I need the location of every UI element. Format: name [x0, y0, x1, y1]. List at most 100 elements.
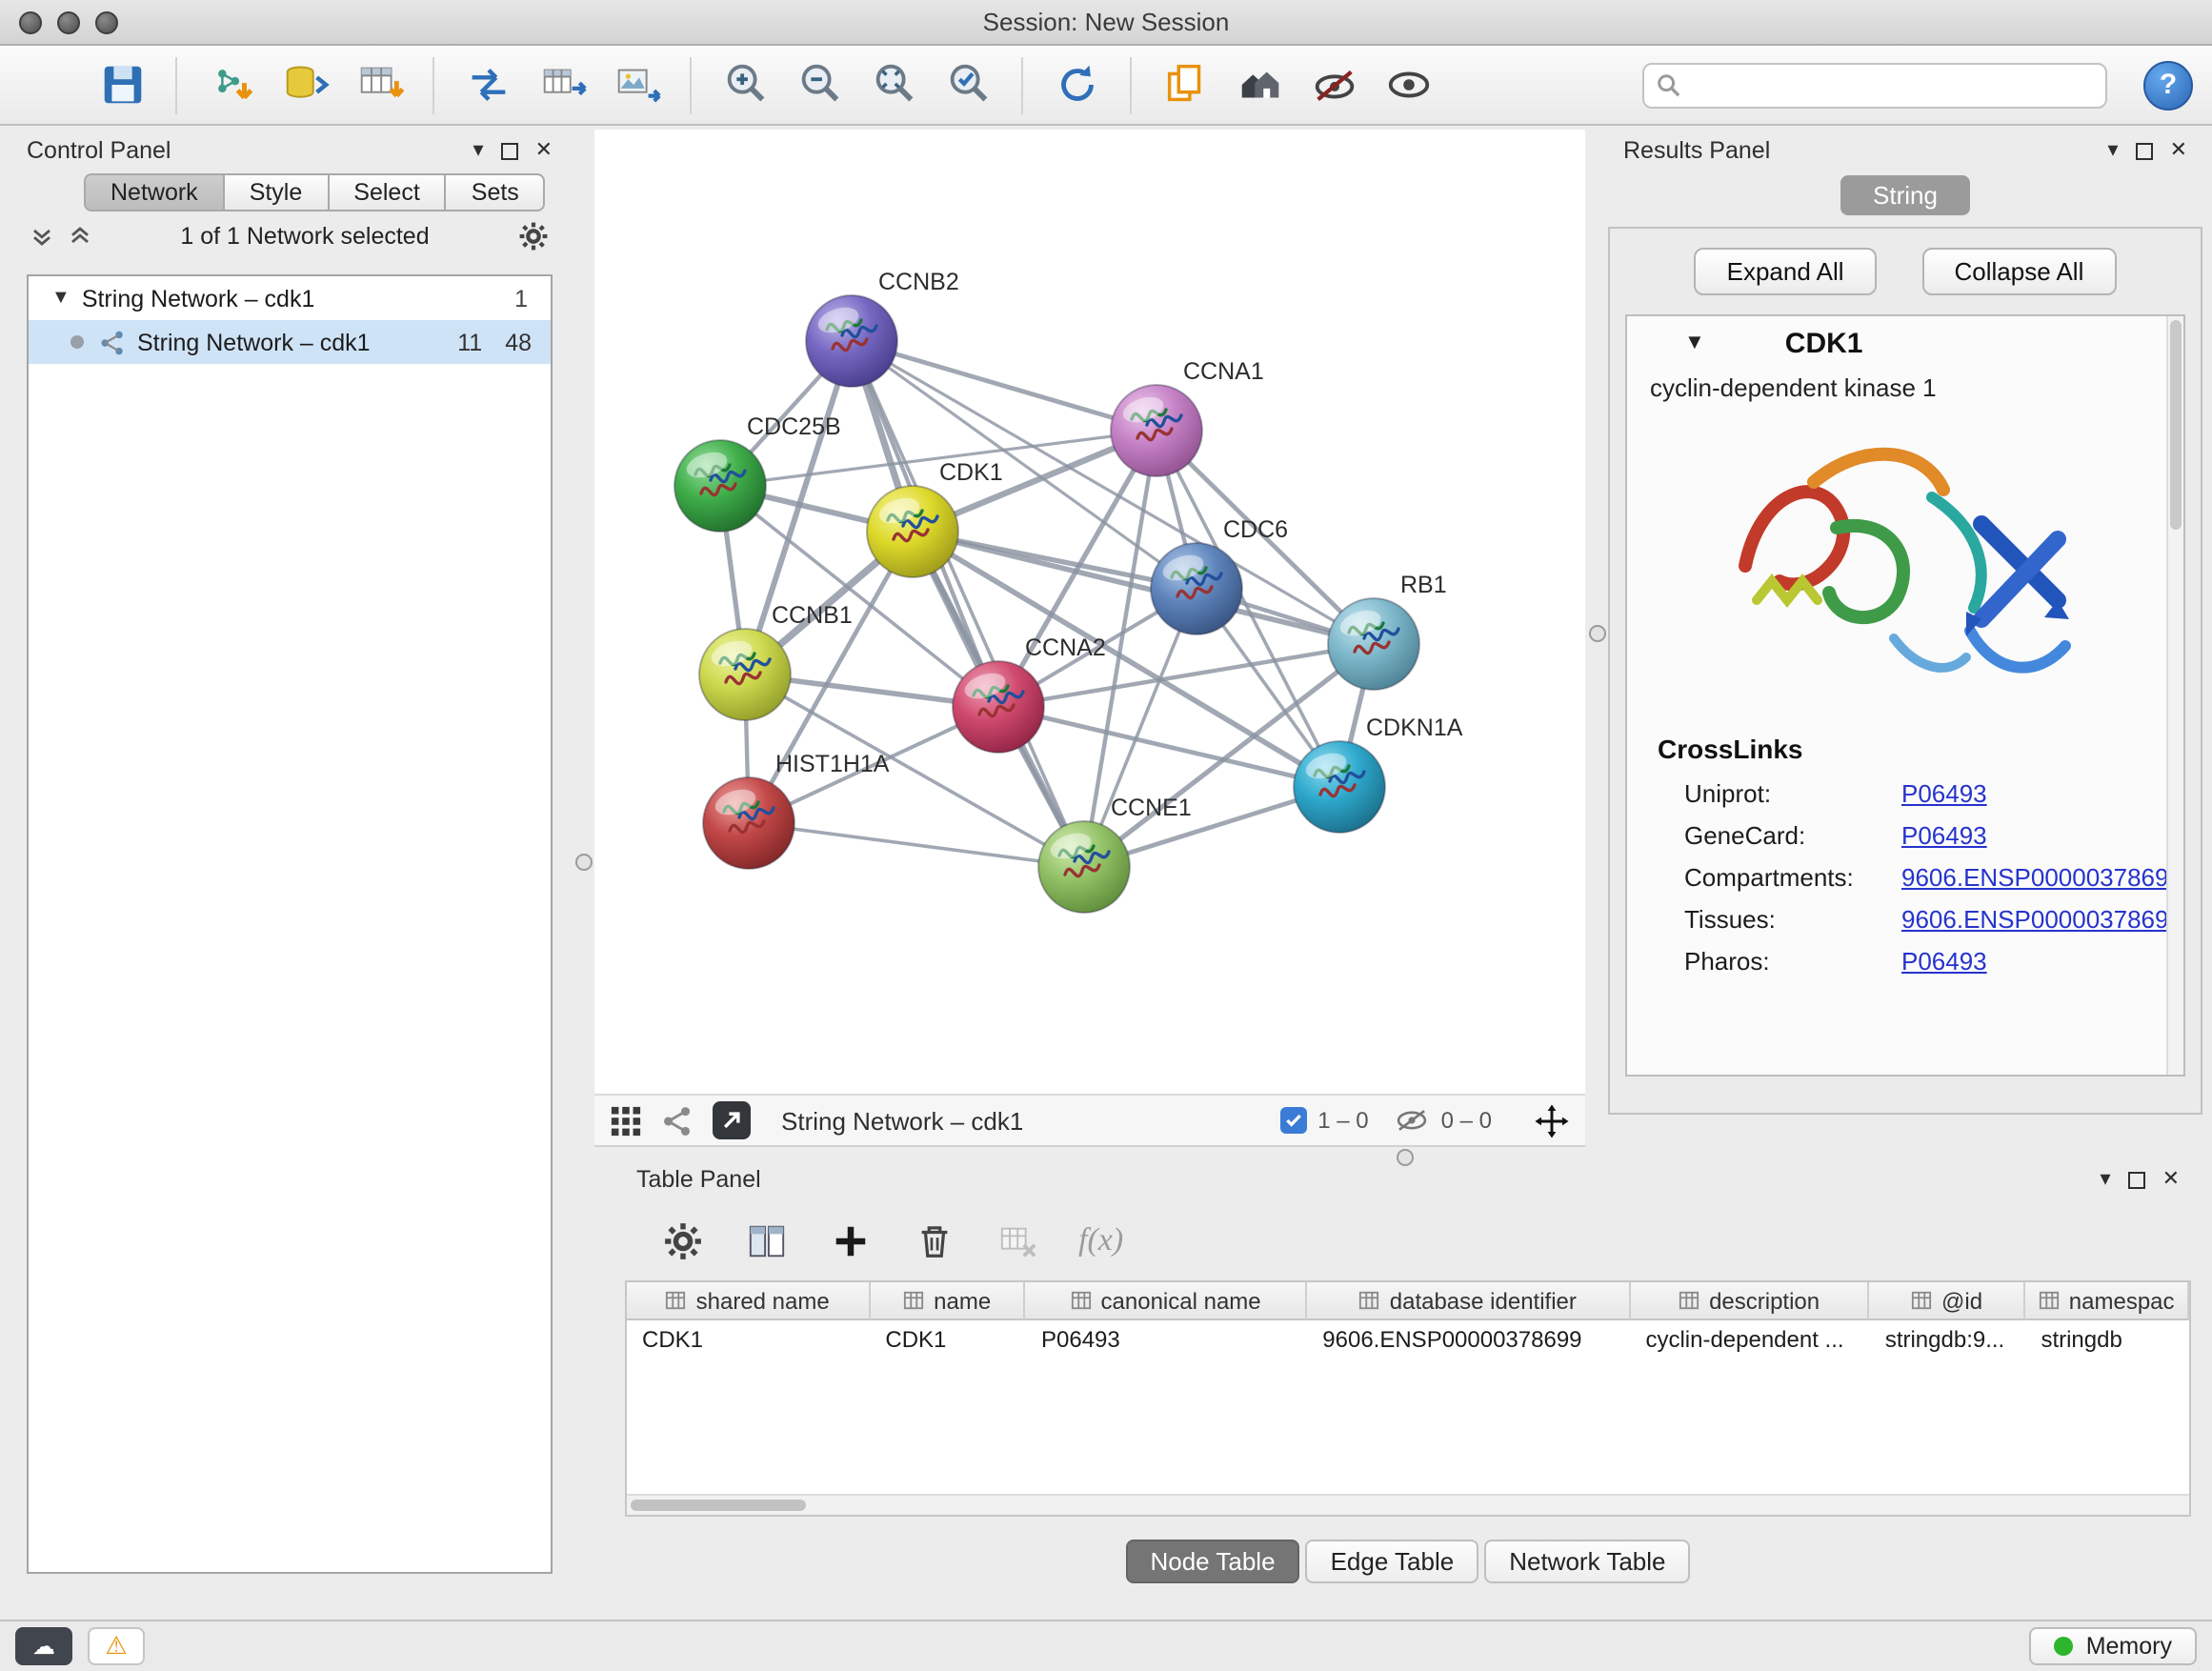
- tab-node-table[interactable]: Node Table: [1125, 1540, 1299, 1583]
- cloud-icon: ☁: [32, 1633, 55, 1660]
- collapse-all-button[interactable]: Collapse All: [1922, 248, 2117, 295]
- export-table-button[interactable]: [533, 56, 591, 113]
- network-node-hist1h1a[interactable]: HIST1H1A: [703, 751, 890, 869]
- crosslink-link[interactable]: P06493: [1901, 820, 1987, 849]
- tab-network-table[interactable]: Network Table: [1484, 1540, 1690, 1583]
- zoom-out-button[interactable]: [791, 56, 848, 113]
- table-row[interactable]: CDK1CDK1P064939606.ENSP00000378699cyclin…: [627, 1320, 2189, 1357]
- column-header-id[interactable]: @id: [1870, 1282, 2026, 1320]
- move-crosshair-icon[interactable]: [1534, 1102, 1570, 1138]
- table-delete-icon: [997, 1220, 1037, 1260]
- panel-close-icon[interactable]: ✕: [2162, 1169, 2180, 1190]
- crosslink-label: Compartments:: [1684, 862, 1901, 891]
- save-session-button[interactable]: [93, 56, 151, 113]
- warnings-button[interactable]: ⚠: [88, 1627, 145, 1665]
- network-node-ccnb1[interactable]: CCNB1: [699, 602, 853, 720]
- collapse-all-icon[interactable]: [30, 225, 53, 248]
- network-node-ccna1[interactable]: CCNA1: [1111, 358, 1264, 476]
- tab-style[interactable]: Style: [225, 173, 330, 211]
- create-column-button[interactable]: [827, 1218, 873, 1263]
- string-home-button[interactable]: [1231, 56, 1288, 113]
- export-network-button[interactable]: [459, 56, 516, 113]
- column-header-description[interactable]: description: [1630, 1282, 1869, 1320]
- splitter-handle[interactable]: [575, 854, 593, 871]
- hidden-eye-icon[interactable]: [1396, 1107, 1430, 1134]
- tab-string[interactable]: String: [1840, 175, 1970, 215]
- tab-select[interactable]: Select: [329, 173, 447, 211]
- panel-close-icon[interactable]: ✕: [2170, 140, 2187, 161]
- hide-selected-button[interactable]: [1305, 56, 1362, 113]
- panel-collapse-icon[interactable]: ▾: [2108, 140, 2119, 161]
- gear-icon[interactable]: [518, 221, 549, 252]
- results-scrollbar-thumb[interactable]: [2170, 320, 2182, 530]
- panel-collapse-icon[interactable]: ▾: [2101, 1169, 2111, 1190]
- duplicate-network-button[interactable]: [1156, 56, 1214, 113]
- table-header-row: shared namenamecanonical namedatabase id…: [627, 1282, 2189, 1320]
- function-builder-icon: f(x): [1078, 1221, 1123, 1259]
- crosslinks-title: CrossLinks: [1658, 734, 2183, 764]
- network-node-cdkn1a[interactable]: CDKN1A: [1294, 715, 1463, 833]
- network-node-cdk1[interactable]: CDK1: [867, 459, 1003, 577]
- network-canvas[interactable]: CCNB2CCNA1CDC25BCDK1CDC6RB1CCNB1CCNA2CDK…: [594, 130, 1585, 1094]
- network-row[interactable]: String Network – cdk1 11 48: [29, 320, 551, 364]
- expand-all-button[interactable]: Expand All: [1695, 248, 1877, 295]
- copy-icon: [1159, 59, 1211, 111]
- zoom-selected-button[interactable]: [939, 56, 996, 113]
- delete-column-button[interactable]: [911, 1218, 956, 1263]
- panel-float-icon[interactable]: [501, 142, 518, 159]
- open-in-window-button[interactable]: [713, 1101, 751, 1139]
- control-panel: Control Panel ▾ ✕ NetworkStyleSelectSets…: [11, 133, 568, 1581]
- refresh-view-button[interactable]: [1048, 56, 1105, 113]
- selected-nodes-icon[interactable]: [1279, 1107, 1306, 1134]
- panel-float-icon[interactable]: [2136, 142, 2153, 159]
- export-image-button[interactable]: [608, 56, 665, 113]
- splitter-handle[interactable]: [1589, 625, 1606, 642]
- zoom-in-button[interactable]: [716, 56, 774, 113]
- import-table-button[interactable]: [351, 56, 408, 113]
- open-session-button[interactable]: [19, 56, 76, 113]
- column-header-canonical-name[interactable]: canonical name: [1026, 1282, 1307, 1320]
- search-box[interactable]: [1642, 62, 2107, 108]
- network-node-rb1[interactable]: RB1: [1328, 572, 1447, 690]
- birdseye-icon[interactable]: [610, 1104, 642, 1137]
- table-scrollbar-thumb[interactable]: [631, 1500, 806, 1511]
- zoom-fit-button[interactable]: [865, 56, 922, 113]
- close-window-button[interactable]: [19, 11, 42, 34]
- column-header-namespac[interactable]: namespac: [2025, 1282, 2189, 1320]
- application-window: Session: New Session: [0, 0, 2212, 1671]
- network-node-ccnb2[interactable]: CCNB2: [806, 269, 959, 387]
- tab-edge-table[interactable]: Edge Table: [1306, 1540, 1479, 1583]
- crosslink-row: GeneCard:P06493: [1627, 814, 2183, 856]
- crosslink-link[interactable]: P06493: [1901, 778, 1987, 807]
- panel-close-icon[interactable]: ✕: [535, 140, 553, 161]
- crosslink-link[interactable]: P06493: [1901, 946, 1987, 975]
- import-network-file-button[interactable]: [202, 56, 259, 113]
- show-columns-button[interactable]: [743, 1218, 789, 1263]
- memory-indicator-button[interactable]: Memory: [2029, 1627, 2197, 1665]
- column-header-shared-name[interactable]: shared name: [627, 1282, 870, 1320]
- minimize-window-button[interactable]: [57, 11, 80, 34]
- table-settings-button[interactable]: [659, 1218, 705, 1263]
- panel-float-icon[interactable]: [2128, 1171, 2145, 1188]
- help-button[interactable]: ?: [2143, 60, 2193, 110]
- import-network-database-button[interactable]: [276, 56, 333, 113]
- section-disclosure-icon[interactable]: ▼: [1684, 332, 1705, 354]
- network-collection-row[interactable]: ▼ String Network – cdk1 1: [29, 276, 551, 320]
- tab-sets[interactable]: Sets: [447, 173, 546, 211]
- show-all-button[interactable]: [1379, 56, 1437, 113]
- table-horizontal-scrollbar[interactable]: [627, 1494, 2189, 1515]
- expand-all-icon[interactable]: [69, 225, 91, 248]
- cloud-button[interactable]: ☁: [15, 1627, 72, 1665]
- network-icon[interactable]: [661, 1104, 694, 1137]
- crosslink-link[interactable]: 9606.ENSP00000378699: [1901, 904, 2182, 933]
- maximize-window-button[interactable]: [95, 11, 118, 34]
- tree-disclosure-icon[interactable]: ▼: [51, 288, 70, 309]
- column-header-database-identifier[interactable]: database identifier: [1307, 1282, 1630, 1320]
- results-scrollbar[interactable]: [2166, 316, 2183, 1075]
- column-header-name[interactable]: name: [870, 1282, 1026, 1320]
- crosslink-link[interactable]: 9606.ENSP00000378699: [1901, 862, 2182, 891]
- search-input[interactable]: [1688, 70, 2094, 100]
- tab-network[interactable]: Network: [84, 173, 225, 211]
- table-body: CDK1CDK1P064939606.ENSP00000378699cyclin…: [627, 1320, 2189, 1357]
- panel-collapse-icon[interactable]: ▾: [473, 140, 484, 161]
